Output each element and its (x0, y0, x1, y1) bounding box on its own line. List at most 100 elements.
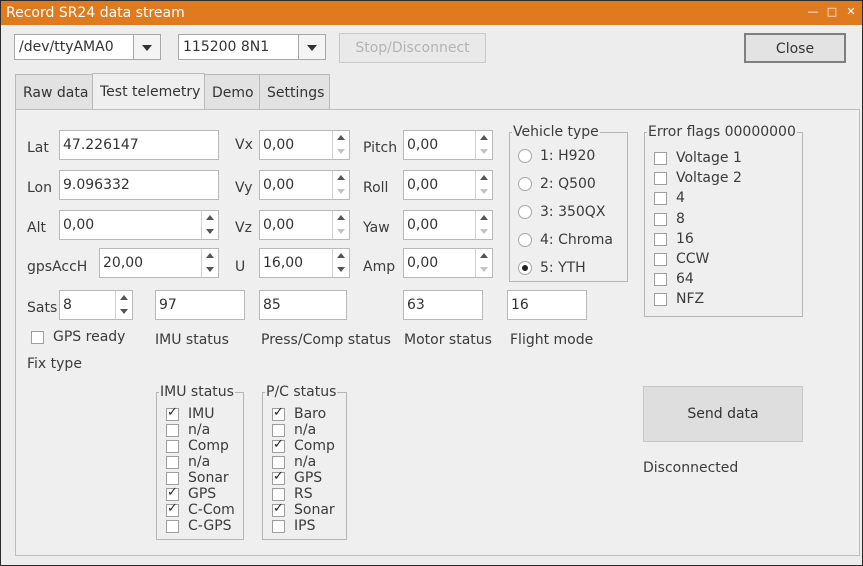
serial-port-select[interactable]: /dev/ttyAMA0 (14, 34, 161, 60)
pc-status-checkbox[interactable] (272, 501, 285, 517)
pc-status-checkbox[interactable] (272, 405, 285, 421)
spin-arrows-icon[interactable] (332, 171, 349, 199)
imu-status-label: IMU (188, 406, 215, 422)
vx-label: Vx (235, 137, 253, 153)
vx-spinbox[interactable]: 0,00 (259, 130, 350, 160)
lat-value: 47.226147 (63, 137, 139, 153)
tab-label: Demo (212, 85, 254, 101)
chevron-down-icon[interactable] (133, 35, 160, 59)
sats-spinbox[interactable]: 8 (59, 290, 133, 320)
pc-status-label: RS (294, 486, 313, 502)
pitch-spinbox[interactable]: 0,00 (403, 130, 493, 160)
spin-arrows-icon[interactable] (201, 211, 218, 239)
send-data-button[interactable]: Send data (643, 386, 803, 442)
baud-rate-select[interactable]: 115200 8N1 (178, 34, 326, 60)
amp-spinbox[interactable]: 0,00 (403, 248, 493, 278)
imu-status-checkbox[interactable] (166, 520, 179, 533)
motor-status-input[interactable]: 63 (403, 290, 483, 320)
motor-status-value: 63 (407, 297, 425, 313)
pc-status-group-title: P/C status (265, 384, 338, 400)
imu-status-checkbox[interactable] (166, 501, 179, 517)
pc-status-label: Baro (294, 406, 327, 422)
tab-demo[interactable]: Demo (204, 74, 260, 109)
imu-status-label: C-GPS (188, 518, 232, 534)
lat-input[interactable]: 47.226147 (59, 130, 219, 160)
maximize-icon[interactable]: □ (825, 5, 839, 19)
error-flag-checkbox[interactable] (654, 172, 667, 186)
vy-spinbox[interactable]: 0,00 (259, 170, 350, 200)
vehicle-type-title: Vehicle type (512, 124, 600, 140)
pc-status-label: IPS (294, 518, 316, 534)
spin-arrows-icon[interactable] (115, 291, 132, 319)
chevron-down-icon[interactable] (298, 35, 325, 59)
error-flag-checkbox[interactable] (654, 192, 667, 206)
u-value: 16,00 (263, 255, 304, 271)
alt-spinbox[interactable]: 0,00 (59, 210, 219, 240)
vehicle-type-radio[interactable] (518, 177, 532, 191)
gps-ready-checkbox[interactable] (31, 331, 44, 344)
imu-status-checkbox[interactable] (166, 440, 179, 453)
error-flag-checkbox[interactable] (654, 232, 667, 246)
flight-mode-input[interactable]: 16 (507, 290, 587, 320)
pc-status-checkbox[interactable] (272, 456, 285, 469)
spin-arrows-icon[interactable] (475, 211, 492, 239)
gps-ready-label: GPS ready (53, 329, 126, 345)
error-flag-checkbox[interactable] (654, 212, 667, 226)
pc-status-label: GPS (294, 470, 323, 486)
imu-status-checkbox[interactable] (166, 456, 179, 469)
spin-arrows-icon[interactable] (332, 211, 349, 239)
tab-test-telemetry[interactable]: Test telemetry (92, 73, 205, 110)
serial-port-value: /dev/ttyAMA0 (19, 39, 114, 55)
close-button[interactable]: Close (744, 33, 846, 63)
error-flag-checkbox[interactable] (654, 293, 667, 307)
imu-status-label: C-Comp (188, 502, 236, 518)
yaw-label: Yaw (363, 220, 390, 236)
vz-label: Vz (235, 220, 252, 236)
error-flag-checkbox[interactable] (654, 152, 667, 165)
press-comp-status-input[interactable]: 85 (259, 290, 347, 320)
pc-status-checkbox[interactable] (272, 488, 285, 501)
spin-arrows-icon[interactable] (332, 131, 349, 159)
tab-raw-data[interactable]: Raw data (15, 74, 93, 109)
imu-status-checkbox[interactable] (166, 405, 179, 421)
spin-arrows-icon[interactable] (475, 131, 492, 159)
pc-status-checkbox[interactable] (272, 520, 285, 533)
imu-status-checkbox[interactable] (166, 424, 179, 437)
stop-disconnect-button[interactable]: Stop/Disconnect (339, 33, 486, 63)
lon-input[interactable]: 9.096332 (59, 170, 219, 200)
error-flag-checkbox[interactable] (654, 273, 667, 287)
vehicle-type-radio[interactable] (518, 149, 532, 163)
yaw-spinbox[interactable]: 0,00 (403, 210, 493, 240)
error-flag-checkbox[interactable] (654, 253, 667, 266)
pc-status-checkbox[interactable] (272, 424, 285, 437)
vehicle-type-radio[interactable] (518, 261, 532, 275)
close-window-icon[interactable]: ✕ (844, 5, 858, 19)
u-spinbox[interactable]: 16,00 (259, 248, 350, 278)
vehicle-type-radio[interactable] (518, 233, 532, 247)
gpsacch-spinbox[interactable]: 20,00 (99, 248, 219, 278)
error-flag-label: 8 (676, 210, 685, 227)
tab-settings[interactable]: Settings (259, 74, 330, 109)
vy-value: 0,00 (263, 177, 295, 193)
imu-status-checkbox[interactable] (166, 472, 179, 485)
roll-spinbox[interactable]: 0,00 (403, 170, 493, 200)
spin-arrows-icon[interactable] (475, 249, 492, 277)
vz-value: 0,00 (263, 217, 295, 233)
pc-status-label: n/a (294, 454, 317, 470)
amp-value: 0,00 (407, 255, 439, 271)
pc-status-checkbox[interactable] (272, 437, 285, 453)
imu-status-label: Sonar (188, 470, 229, 486)
pc-status-label: Comp (294, 438, 335, 454)
gpsacch-value: 20,00 (103, 255, 144, 271)
imu-status-input[interactable]: 97 (155, 290, 245, 320)
imu-status-checkbox[interactable] (166, 485, 179, 501)
minimize-icon[interactable]: — (806, 5, 820, 19)
spin-arrows-icon[interactable] (201, 249, 218, 277)
spin-arrows-icon[interactable] (332, 249, 349, 277)
vehicle-type-option-label: 1: H920 (540, 148, 596, 164)
vz-spinbox[interactable]: 0,00 (259, 210, 350, 240)
flight-mode-value: 16 (511, 297, 529, 313)
spin-arrows-icon[interactable] (475, 171, 492, 199)
pc-status-checkbox[interactable] (272, 469, 285, 485)
vehicle-type-radio[interactable] (518, 205, 532, 219)
